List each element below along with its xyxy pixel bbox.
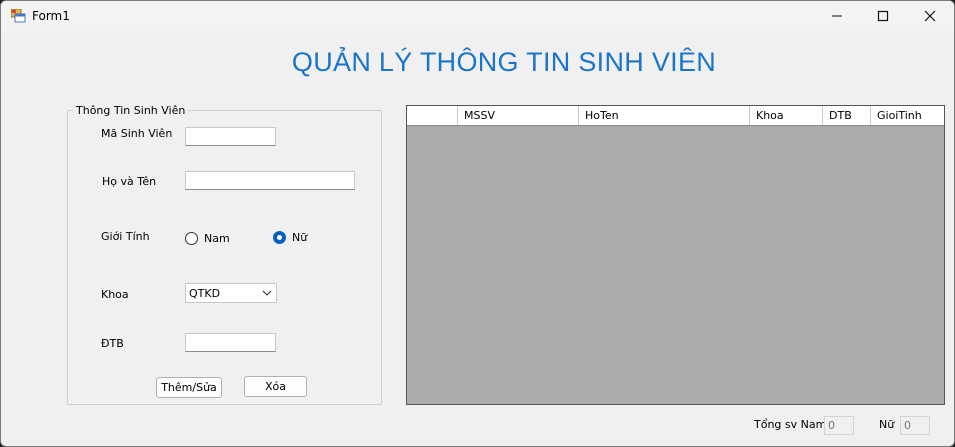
student-grid[interactable]: MSSV HoTen Khoa DTB GioiTinh (406, 105, 945, 405)
male-radio-label[interactable]: Nam (204, 232, 230, 245)
close-icon (924, 10, 936, 22)
delete-button[interactable]: Xóa (244, 376, 307, 397)
gpa-input[interactable] (185, 333, 276, 352)
page-title: QUẢN LÝ THÔNG TIN SINH VIÊN (291, 47, 717, 77)
female-radio[interactable] (273, 231, 286, 244)
main-window: Form1 QUẢN LÝ THÔNG TIN SINH VIÊN Thông … (0, 0, 955, 447)
add-edit-button[interactable]: Thêm/Sửa (156, 377, 222, 398)
female-count-field: 0 (900, 416, 930, 435)
faculty-selected-value: QTKD (189, 287, 221, 300)
group-legend: Thông Tin Sinh Viên (73, 104, 189, 117)
gpa-label: ĐTB (101, 337, 124, 350)
gender-label: Giới Tính (101, 230, 150, 243)
grid-column-hoten[interactable]: HoTen (579, 106, 750, 125)
grid-header: MSSV HoTen Khoa DTB GioiTinh (407, 106, 944, 126)
faculty-label: Khoa (101, 288, 129, 301)
female-radio-label[interactable]: Nữ (292, 231, 307, 244)
close-button[interactable] (907, 1, 953, 31)
mssv-label: Mã Sinh Viên (101, 127, 173, 140)
app-icon (11, 9, 26, 23)
grid-column-dtb[interactable]: DTB (823, 106, 871, 125)
chevron-down-icon (262, 290, 272, 296)
minimize-button[interactable] (814, 1, 860, 31)
student-info-group (67, 110, 382, 405)
grid-column-gioitinh[interactable]: GioiTinh (871, 106, 944, 125)
window-title: Form1 (32, 9, 70, 23)
mssv-input[interactable] (185, 127, 276, 146)
grid-row-header-column[interactable] (407, 106, 458, 125)
maximize-icon (877, 10, 889, 22)
grid-column-khoa[interactable]: Khoa (750, 106, 823, 125)
maximize-button[interactable] (860, 1, 906, 31)
minimize-icon (832, 15, 842, 17)
male-radio[interactable] (185, 232, 198, 245)
title-bar[interactable]: Form1 (1, 1, 954, 31)
male-count-field: 0 (824, 416, 854, 435)
name-label: Họ và Tên (102, 175, 157, 188)
female-count-label: Nữ (879, 418, 895, 431)
grid-column-mssv[interactable]: MSSV (458, 106, 579, 125)
name-input[interactable] (185, 171, 355, 190)
faculty-select[interactable]: QTKD (185, 283, 277, 303)
male-count-label: Tổng sv Nam (754, 418, 827, 431)
